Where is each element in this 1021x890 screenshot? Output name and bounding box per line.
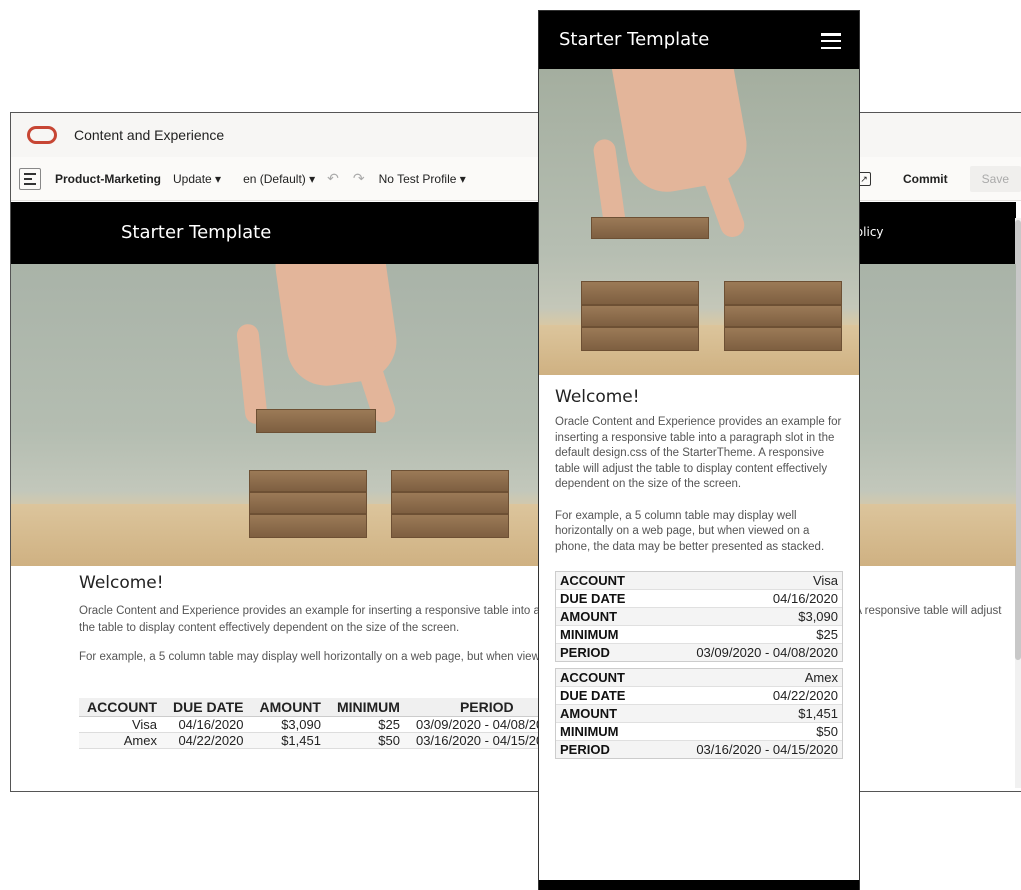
stacked-row: MINIMUM $25 [556,626,842,644]
stacked-key: MINIMUM [560,724,619,739]
sidebar-menu-button[interactable] [19,167,41,190]
table-cell: $25 [328,716,408,733]
app-title: Content and Experience [74,127,225,143]
stacked-key: AMOUNT [560,706,618,721]
site-name: Product-Marketing [55,171,162,186]
stacked-value: $25 [816,627,838,642]
table-cell: $50 [328,732,408,749]
update-dropdown[interactable]: Update ▾ [173,172,221,186]
stacked-value: $50 [816,724,838,739]
stacked-key: PERIOD [560,645,610,660]
mobile-intro-paragraph: Oracle Content and Experience provides a… [555,416,842,490]
mobile-page-content: Welcome! Oracle Content and Experience p… [539,375,859,759]
mobile-site-title: Starter Template [559,29,710,50]
site-title: Starter Template [121,222,272,243]
stacked-key: DUE DATE [560,591,626,606]
table-header: DUE DATE [165,698,252,717]
undo-icon[interactable]: ↶ [327,170,339,187]
site-header: Starter Template Policy [11,202,1016,264]
mobile-example-paragraph: For example, a 5 column table may displa… [555,509,825,553]
test-profile-dropdown[interactable]: No Test Profile ▾ [379,172,466,186]
toolbar-right-actions: ↗ Commit Save [856,157,1021,201]
stacked-table-card: ACCOUNT Amex DUE DATE 04/22/2020 AMOUNT $1,… [555,668,843,759]
commit-button[interactable]: Commit [893,168,958,190]
save-button[interactable]: Save [969,166,1021,192]
stacked-row: PERIOD 03/16/2020 - 04/15/2020 [556,741,842,758]
stacked-row: AMOUNT $1,451 [556,705,842,723]
mobile-hero-image [539,69,859,375]
table-row: Amex 04/22/2020 $1,451 $50 03/16/2020 - … [79,732,566,749]
stacked-key: ACCOUNT [560,670,625,685]
table-cell: Visa [79,716,165,733]
stacked-key: MINIMUM [560,627,619,642]
title-bar: Content and Experience [11,113,1021,157]
oracle-logo-icon [27,126,57,144]
stacked-row: PERIOD 03/09/2020 - 04/08/2020 [556,644,842,661]
stacked-value: Amex [804,670,838,685]
stacked-row: DUE DATE 04/16/2020 [556,590,842,608]
mobile-welcome-heading: Welcome! [555,387,640,407]
stacked-key: ACCOUNT [560,573,625,588]
table-cell: Amex [79,732,165,749]
table-header: ACCOUNT [79,698,165,717]
stacked-key: AMOUNT [560,609,618,624]
stacked-row: DUE DATE 04/22/2020 [556,687,842,705]
table-cell: $1,451 [251,732,329,749]
stacked-row: AMOUNT $3,090 [556,608,842,626]
responsive-table: ACCOUNT DUE DATE AMOUNT MINIMUM PERIOD V… [79,698,566,749]
stacked-value: Visa [812,573,838,588]
mobile-site-header: Starter Template [539,11,859,69]
stacked-value: $3,090 [798,609,838,624]
stacked-row: MINIMUM $50 [556,723,842,741]
language-dropdown[interactable]: en (Default) ▾ [243,172,315,186]
table-row: Visa 04/16/2020 $3,090 $25 03/09/2020 - … [79,716,566,733]
table-header: MINIMUM [328,698,408,717]
stacked-value: 04/22/2020 [772,688,838,703]
mobile-footer [539,880,859,890]
hamburger-icon[interactable] [821,33,841,49]
table-cell: $3,090 [251,716,329,733]
stacked-row: ACCOUNT Visa [556,572,842,590]
stacked-value: 03/16/2020 - 04/15/2020 [696,742,838,757]
stacked-key: PERIOD [560,742,610,757]
stacked-row: ACCOUNT Amex [556,669,842,687]
stacked-value: 03/09/2020 - 04/08/2020 [696,645,838,660]
table-header: AMOUNT [251,698,329,717]
table-cell: 04/16/2020 [165,716,252,733]
table-cell: 04/22/2020 [165,732,252,749]
redo-icon[interactable]: ↷ [353,170,365,187]
stacked-value: 04/16/2020 [772,591,838,606]
desktop-editor-window: Content and Experience Product-Marketing… [10,112,1021,792]
stacked-value: $1,451 [798,706,838,721]
hero-image [11,264,1016,566]
stacked-key: DUE DATE [560,688,626,703]
mobile-preview: Starter Template Welcome! Oracle Content… [538,10,860,890]
stacked-table-card: ACCOUNT Visa DUE DATE 04/16/2020 AMOUNT $3,… [555,571,843,662]
